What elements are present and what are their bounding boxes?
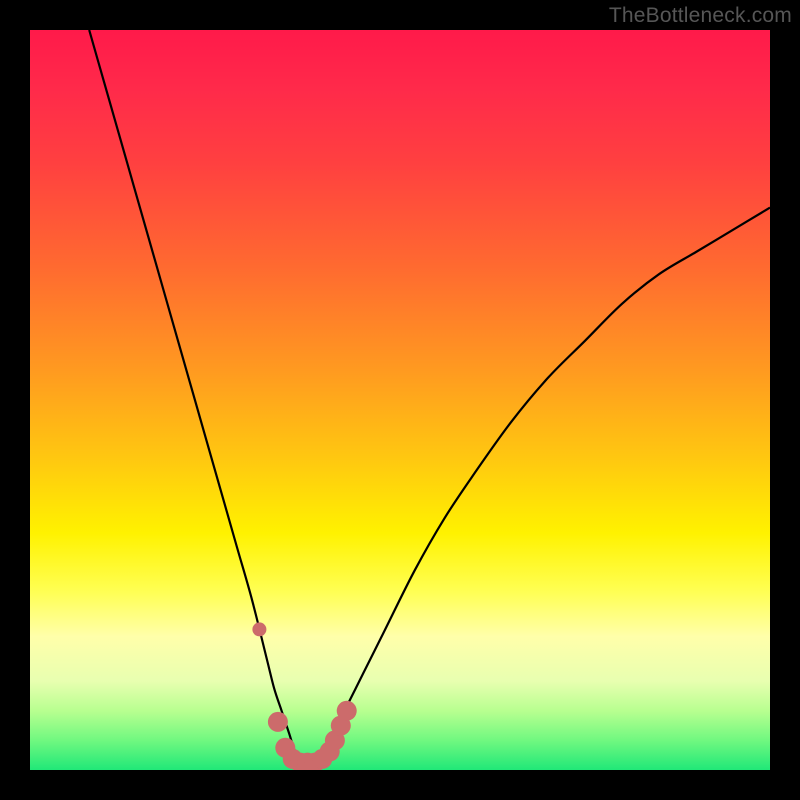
chart-frame: TheBottleneck.com [0, 0, 800, 800]
marker-dot [252, 622, 266, 636]
marker-dot [268, 712, 288, 732]
plot-area [30, 30, 770, 770]
curve-markers [30, 30, 770, 770]
marker-dot [337, 701, 357, 721]
watermark-text: TheBottleneck.com [609, 4, 792, 28]
